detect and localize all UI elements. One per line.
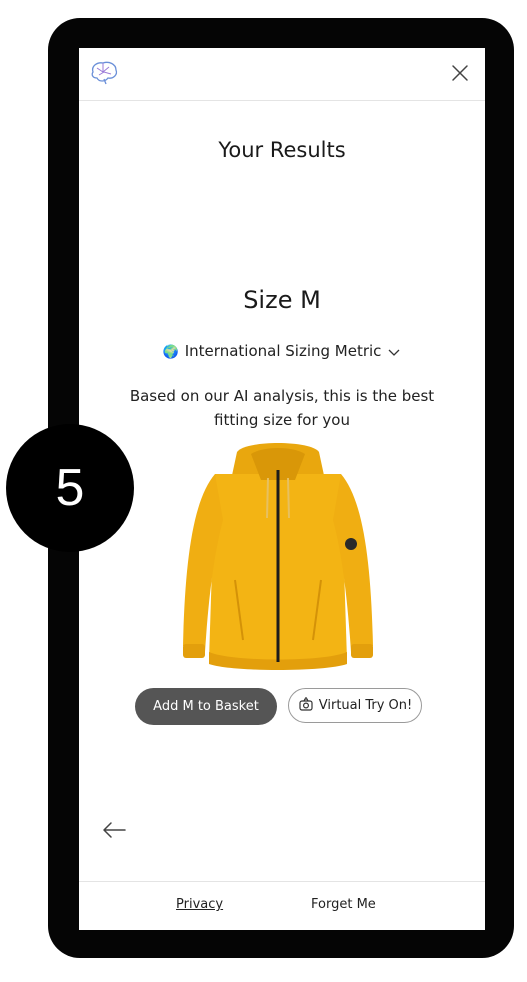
camera-icon [298,696,314,716]
forget-me-link[interactable]: Forget Me [311,897,376,912]
add-to-basket-button[interactable]: Add M to Basket [135,688,277,725]
sizing-metric-label: International Sizing Metric [184,342,382,360]
virtual-try-on-label: Virtual Try On! [318,698,413,713]
app-screen: Your Results Size M 🌍 International Sizin… [79,48,485,930]
product-image [175,440,381,678]
step-number-badge: 5 [6,424,134,552]
results-title: Your Results [218,138,346,162]
top-bar [79,48,485,101]
close-icon[interactable] [449,62,471,84]
chevron-down-icon [387,343,401,361]
globe-icon: 🌍 [162,345,179,360]
privacy-link[interactable]: Privacy [176,897,223,912]
sizing-metric-dropdown[interactable]: 🌍 International Sizing Metric [79,342,485,361]
virtual-try-on-button[interactable]: Virtual Try On! [288,688,422,723]
recommended-size: Size M [243,286,321,314]
brain-logo-icon [89,60,119,86]
footer: Privacy Forget Me [79,881,485,930]
arrow-left-icon[interactable] [101,820,127,840]
result-description: Based on our AI analysis, this is the be… [129,387,435,429]
